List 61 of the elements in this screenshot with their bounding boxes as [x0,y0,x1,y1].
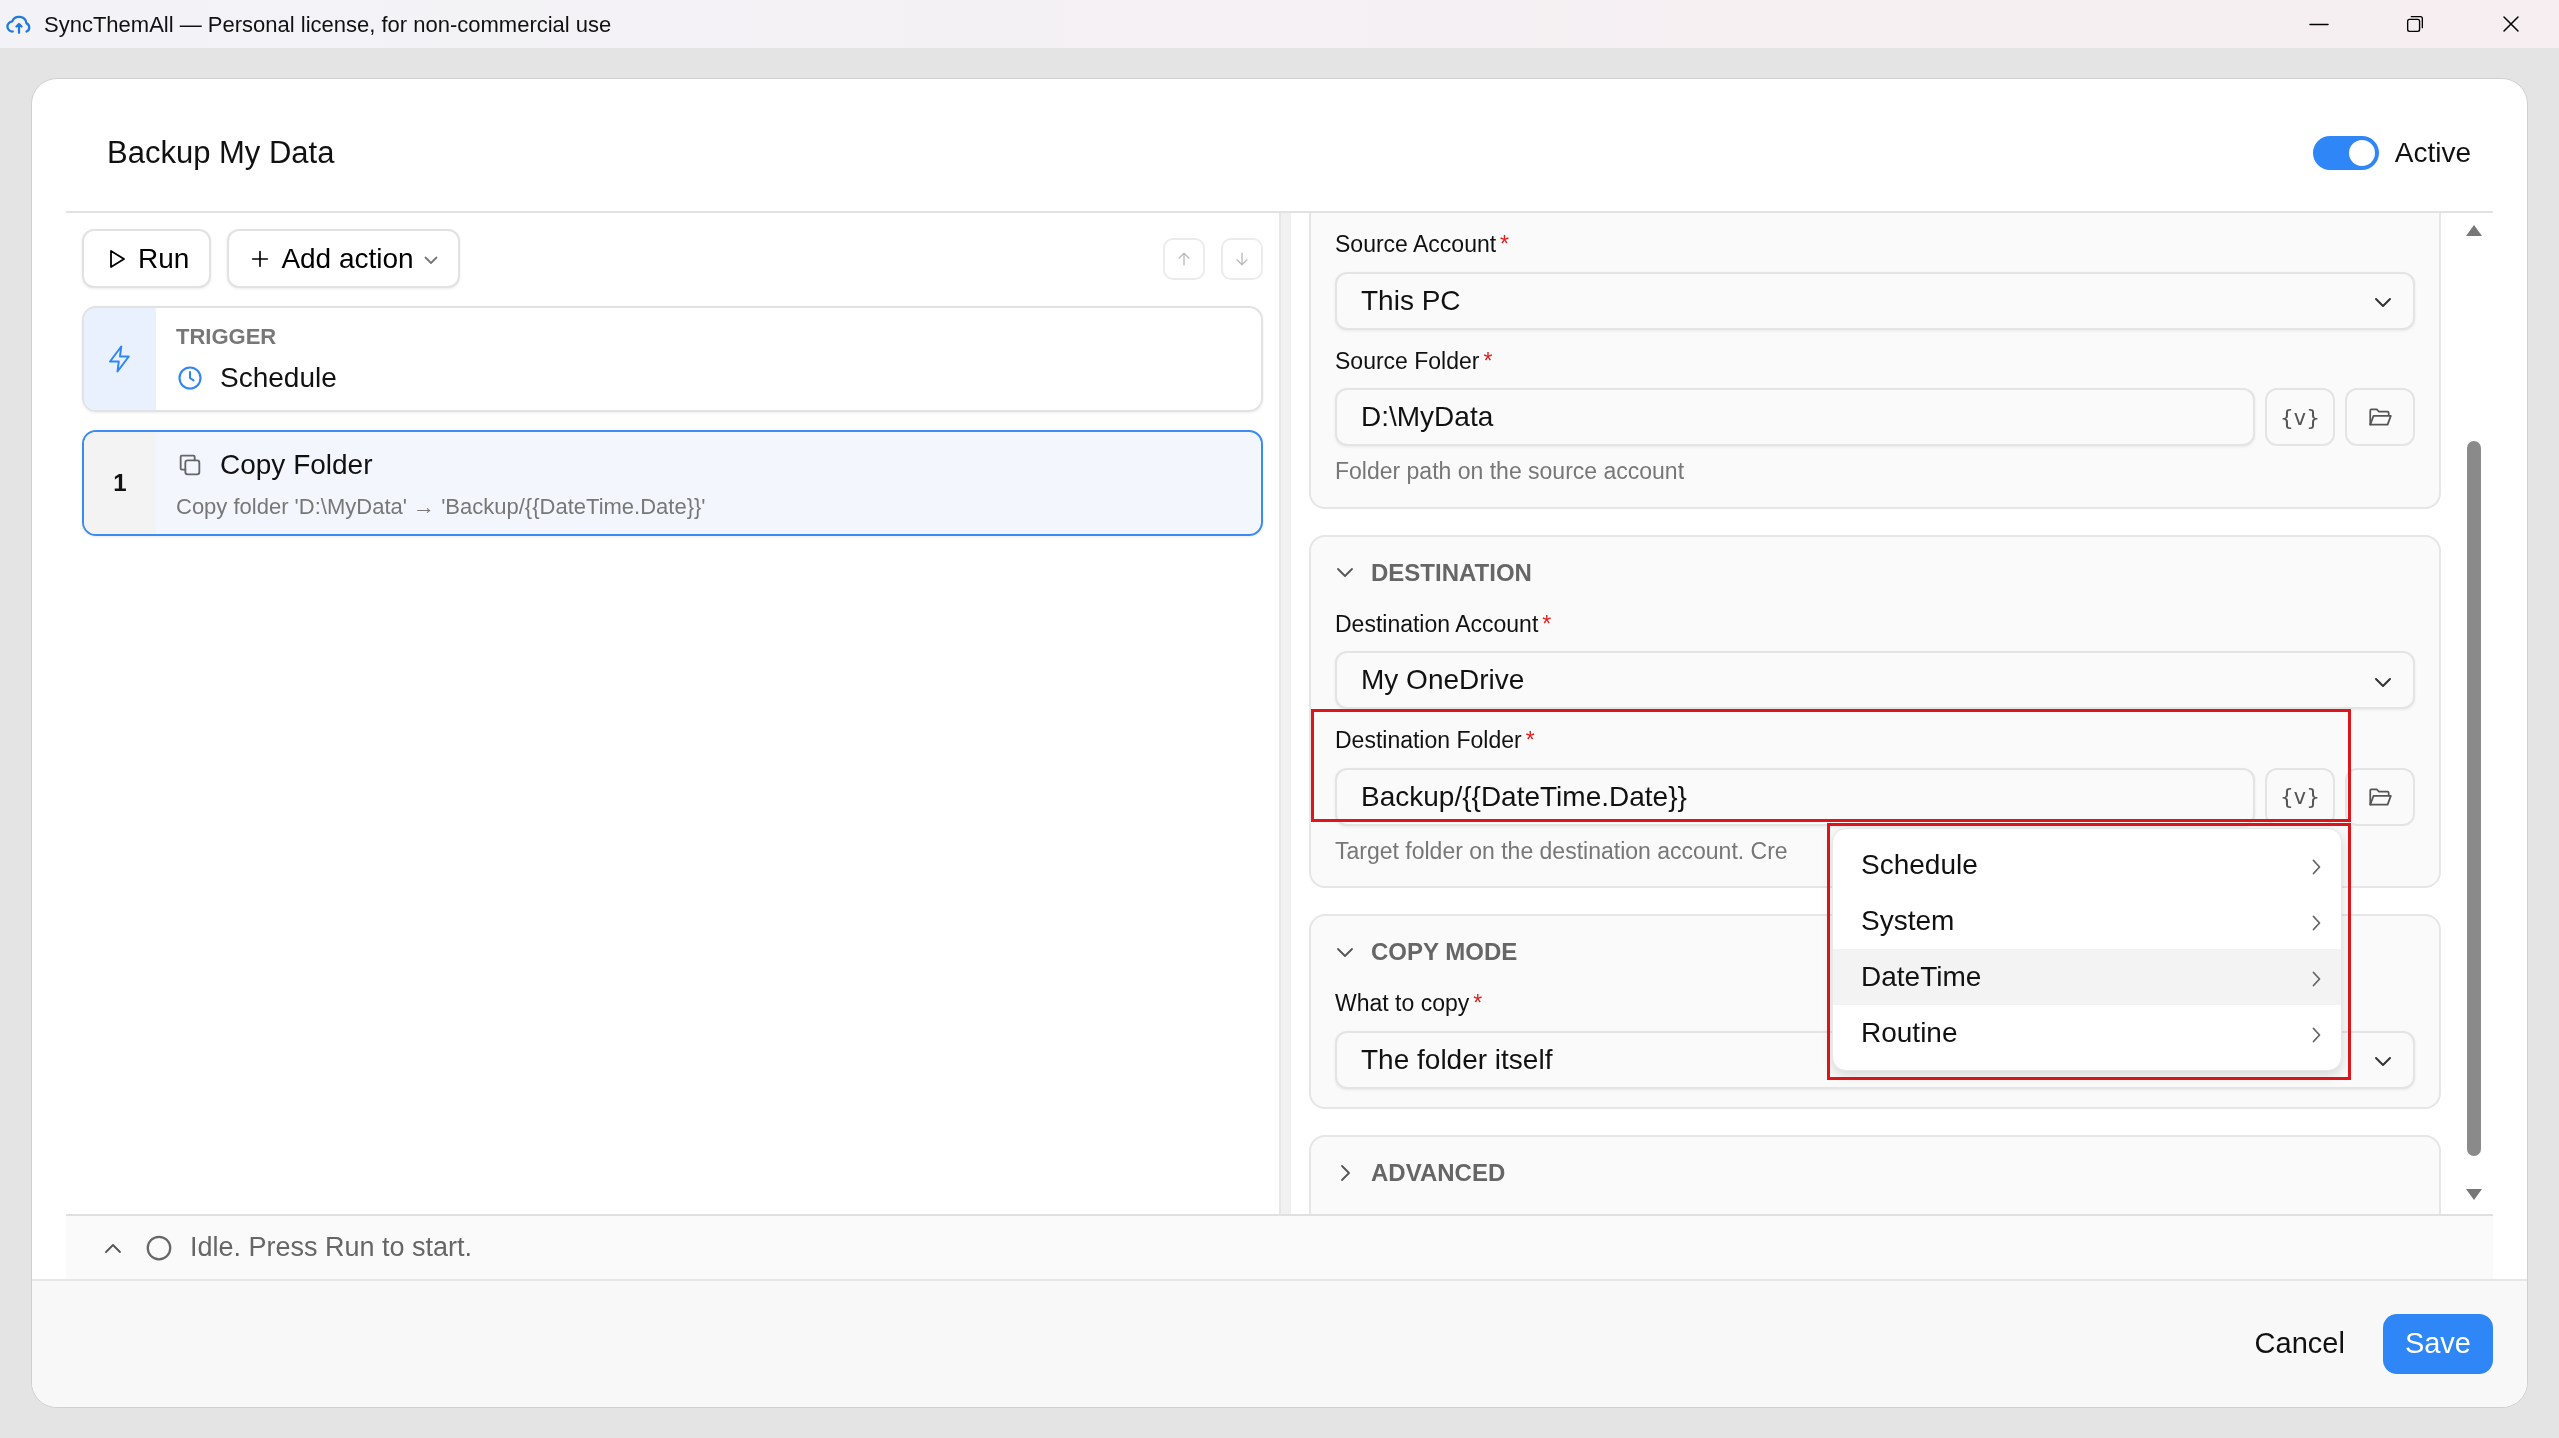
window-title: SyncThemAll — Personal license, for non-commercial use [44,10,612,39]
browse-button[interactable] [2345,388,2415,446]
input-field[interactable]: Backup/{{DateTime.Date}} [1335,767,2255,826]
variable-button[interactable]: {v} [2265,388,2335,446]
chevron-up-icon [104,1242,122,1254]
chevron-down-icon [2373,296,2393,309]
scroll-down-icon[interactable] [2464,1188,2483,1202]
chevron-down-icon [2373,675,2393,688]
action-description: Copy folder 'D:\MyData' → 'Backup/{{DateTime.Date}}' [176,492,706,521]
scrollbar-thumb[interactable] [2466,441,2481,1156]
action-title: Copy Folder [220,447,373,482]
cancel-button[interactable]: Cancel [2242,1314,2357,1374]
trigger-name: Schedule [220,360,337,395]
menu-item[interactable]: Routine [1833,1005,2341,1061]
chevron-right-icon [2312,858,2321,875]
section-title[interactable]: ADVANCED [1371,1154,1506,1191]
helper-text: Folder path on the source account [1335,457,1685,486]
required-mark: * [1483,347,1493,374]
browse-button[interactable] [2345,767,2415,826]
menu-item[interactable]: DateTime [1833,949,2341,1005]
restore-icon [2404,13,2426,35]
input-field[interactable]: D:\MyData [1335,388,2255,446]
trigger-card[interactable]: TRIGGER Schedule [82,306,1263,412]
add-action-button[interactable]: Add action [227,229,460,288]
minimize-icon [2309,22,2329,26]
action-card[interactable]: 1 Copy Folder Copy folder 'D:\MyData' → 'Backup/{{DateTime.Date}}' [82,430,1263,536]
save-button[interactable]: Save [2382,1314,2493,1374]
menu-item[interactable]: Schedule [1833,837,2341,893]
required-mark: * [1473,990,1483,1016]
chevron-down-icon [1336,567,1354,578]
trigger-heading: TRIGGER [176,322,278,351]
chevron-down-icon [423,255,438,265]
field-label: Destination Folder [1335,727,1522,753]
helper-text: Target folder on the destination account. Cre [1335,836,1788,866]
chevron-right-icon [1339,1163,1351,1182]
required-mark: * [1525,727,1535,753]
chevron-right-icon [2312,970,2321,987]
variable-button[interactable]: {v} [2265,767,2335,826]
active-toggle[interactable] [2312,136,2379,170]
chevron-down-icon [1336,946,1354,958]
dialog-title: Backup My Data [107,133,335,172]
section-title[interactable]: DESTINATION [1371,554,1532,591]
menu-item[interactable]: System [1833,893,2341,949]
clock-icon [176,363,204,392]
field-label: What to copy [1335,990,1470,1016]
chevron-right-icon [2312,1026,2321,1043]
run-button[interactable]: Run [82,229,212,288]
required-mark: * [1500,231,1510,257]
chevron-right-icon [2312,914,2321,931]
chevron-down-icon [2373,1055,2393,1068]
section-title[interactable]: COPY MODE [1371,934,1518,970]
step-number: 1 [113,468,127,498]
scroll-up-icon[interactable] [2464,223,2483,237]
status-text: Idle. Press Run to start. [190,1231,473,1265]
select-field[interactable]: My OneDrive [1335,651,2415,709]
active-label: Active [2394,136,2471,170]
field-label: Source Folder [1335,347,1480,374]
select-field[interactable]: This PC [1335,271,2415,330]
field-label: Destination Account [1335,610,1539,637]
required-mark: * [1542,610,1552,637]
field-label: Source Account [1335,231,1497,257]
